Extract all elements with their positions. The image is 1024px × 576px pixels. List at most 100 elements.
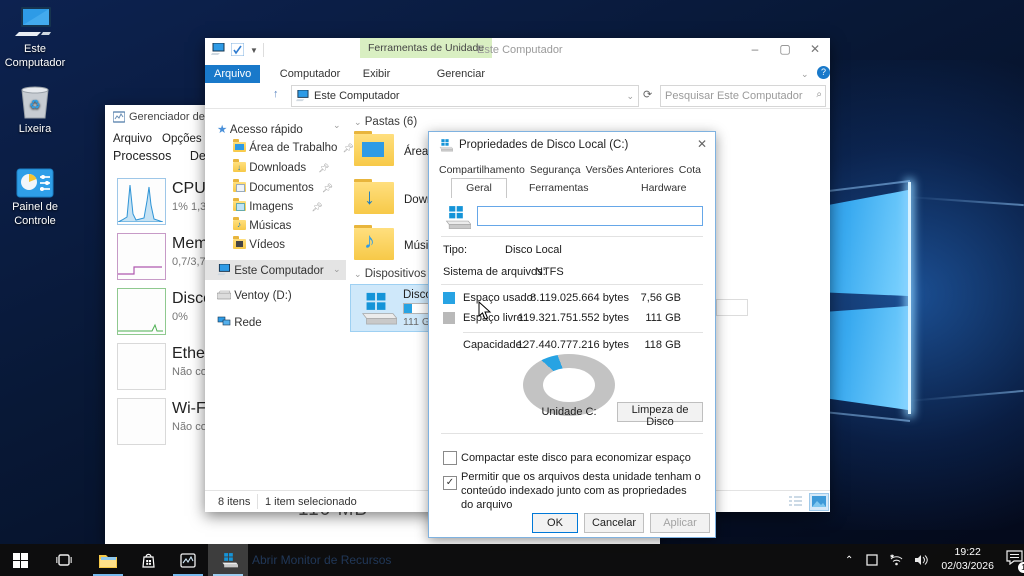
taskbar-explorer-icon[interactable]	[88, 544, 128, 576]
nav-desktop[interactable]: Área de Trabalho📌︎	[233, 142, 354, 154]
address-bar[interactable]: Este Computador ⌄	[291, 85, 639, 107]
capacity-bytes: 127.440.777.216 bytes	[515, 339, 629, 351]
start-button[interactable]	[0, 544, 40, 576]
menu-opcoes[interactable]: Opções	[162, 133, 202, 145]
nav-pictures[interactable]: Imagens📌︎	[233, 201, 323, 213]
disk-cleanup-button[interactable]: Limpeza de Disco	[617, 402, 703, 422]
apply-button[interactable]: Aplicar	[650, 513, 710, 533]
nav-pane: ⌄ ★ Acesso rápido Área de Trabalho📌︎ ↓ D…	[205, 108, 346, 490]
ok-button[interactable]: OK	[532, 513, 578, 533]
network-icon	[217, 316, 231, 327]
wifi-icon[interactable]: ✱	[889, 554, 904, 566]
taskbar-task-manager-icon[interactable]	[168, 544, 208, 576]
free-bytes: 119.321.751.552 bytes	[515, 312, 629, 324]
nav-quick-access[interactable]: ★ Acesso rápido	[217, 122, 303, 136]
search-icon[interactable]: ⌕	[816, 89, 822, 100]
nav-this-pc[interactable]: Este Computador	[217, 264, 324, 277]
ribbon-tabbar: Arquivo Computador Exibir Gerenciar ⌄ ?	[205, 64, 830, 84]
chevron-down-icon[interactable]: ⌄	[333, 264, 341, 275]
tab-versoes-anteriores[interactable]: Versões Anteriores	[586, 164, 674, 176]
filesystem-value: NTFS	[535, 266, 564, 278]
tab-exibir[interactable]: Exibir	[354, 65, 400, 83]
index-checkbox[interactable]: ✓	[443, 476, 457, 490]
action-center-icon[interactable]: 1	[1006, 550, 1023, 570]
this-pc-small-icon	[217, 264, 231, 276]
desktop-icon-this-pc[interactable]: Este Computador	[2, 6, 68, 71]
desktop-icon-label: Este Computador	[5, 43, 66, 69]
perf-disk-detail: 0%	[172, 311, 188, 323]
search-box[interactable]: ⌕	[660, 85, 826, 107]
task-view-button[interactable]	[44, 544, 84, 576]
ribbon-collapse-icon[interactable]: ⌄	[801, 69, 809, 80]
divider	[441, 433, 703, 434]
nav-music[interactable]: ♪ Músicas	[233, 220, 291, 232]
perf-memory-detail: 0,7/3,7	[172, 256, 206, 268]
compact-checkbox[interactable]	[443, 451, 457, 465]
clock[interactable]: 19:22 02/03/2026	[941, 546, 994, 573]
free-size: 111 GB	[637, 312, 681, 324]
refresh-icon[interactable]: ⟳	[643, 88, 652, 101]
breadcrumb[interactable]: Este Computador	[314, 90, 400, 102]
dialog-drive-icon	[437, 138, 453, 152]
chevron-down-icon[interactable]: ⌄	[333, 120, 341, 131]
disk-graph[interactable]	[117, 288, 166, 335]
tab-ferramentas[interactable]: Ferramentas	[529, 182, 589, 194]
tab-compartilhamento[interactable]: Compartilhamento	[439, 164, 525, 176]
nav-ventoy[interactable]: Ventoy (D:)	[217, 290, 292, 302]
ghost-resource-monitor-link: Abrir Monitor de Recursos	[252, 553, 391, 567]
pin-icon: 📌︎	[318, 163, 329, 173]
divider	[257, 494, 258, 509]
desktop-icon-control-panel[interactable]: Painel de Controle	[2, 168, 68, 229]
address-dropdown-icon[interactable]: ⌄	[626, 91, 634, 102]
up-arrow-icon[interactable]: ↑	[273, 88, 279, 100]
volume-label-input[interactable]	[477, 206, 703, 226]
hidden-icons-chevron-icon[interactable]: ⌃	[845, 555, 853, 566]
tab-hardware[interactable]: Hardware	[641, 182, 687, 194]
help-icon[interactable]: ?	[817, 66, 830, 79]
control-panel-icon	[16, 168, 54, 198]
tile-desktop[interactable]: Área de Trabalho	[354, 134, 394, 171]
close-button[interactable]: ✕	[800, 38, 830, 62]
drive-tools-contextual-tab[interactable]: Ferramentas de Unidade	[360, 38, 492, 58]
nav-documents[interactable]: Documentos📌︎	[233, 182, 333, 194]
nav-videos[interactable]: Vídeos	[233, 239, 285, 251]
quick-access-dropdown-icon[interactable]: ▼	[250, 46, 258, 55]
memory-graph[interactable]	[117, 233, 166, 280]
wifi-graph[interactable]	[117, 398, 166, 445]
tab-computador[interactable]: Computador	[271, 65, 350, 83]
minimize-button[interactable]: –	[740, 38, 770, 62]
tab-seguranca[interactable]: Segurança	[530, 164, 581, 176]
desktop-icon-recycle-bin[interactable]: ♻ Lixeira	[2, 84, 68, 137]
tab-cota[interactable]: Cota	[679, 164, 701, 176]
ethernet-graph[interactable]	[117, 343, 166, 390]
tooltip-box	[716, 299, 748, 316]
tile-music[interactable]: ♪ Músicas	[354, 228, 394, 265]
tab-processos[interactable]: Processos	[113, 149, 171, 163]
search-input[interactable]	[663, 87, 805, 105]
volume-icon[interactable]	[914, 554, 928, 566]
cpu-graph[interactable]	[117, 178, 166, 225]
taskbar-store-icon[interactable]	[128, 544, 168, 576]
tab-gerenciar[interactable]: Gerenciar	[428, 65, 494, 83]
drive-icon	[355, 291, 397, 325]
tray-app-icon[interactable]	[866, 554, 878, 566]
taskbar-active-drive-icon[interactable]	[208, 544, 248, 576]
dialog-close-icon[interactable]: ✕	[697, 137, 707, 151]
details-view-icon[interactable]	[788, 495, 803, 511]
drive-small-icon	[217, 290, 231, 300]
group-header-folders[interactable]: ⌄ Pastas (6)	[354, 116, 417, 128]
caption-buttons: –▢✕	[740, 38, 830, 62]
nav-network[interactable]: Rede	[217, 316, 262, 329]
clock-date: 02/03/2026	[941, 560, 994, 572]
nav-downloads[interactable]: ↓ Downloads📌︎	[233, 162, 330, 174]
quick-access-properties-icon[interactable]	[231, 43, 244, 61]
tab-arquivo[interactable]: Arquivo	[205, 65, 260, 83]
thumbnail-view-icon[interactable]	[809, 493, 829, 511]
tile-downloads[interactable]: ↓ Downloads	[354, 182, 394, 219]
used-size: 7,56 GB	[637, 292, 681, 304]
maximize-button[interactable]: ▢	[770, 38, 800, 62]
mouse-cursor	[478, 301, 492, 321]
menu-arquivo[interactable]: Arquivo	[113, 133, 152, 145]
cancel-button[interactable]: Cancelar	[584, 513, 644, 533]
tab-geral-selected[interactable]: Geral	[451, 178, 507, 198]
